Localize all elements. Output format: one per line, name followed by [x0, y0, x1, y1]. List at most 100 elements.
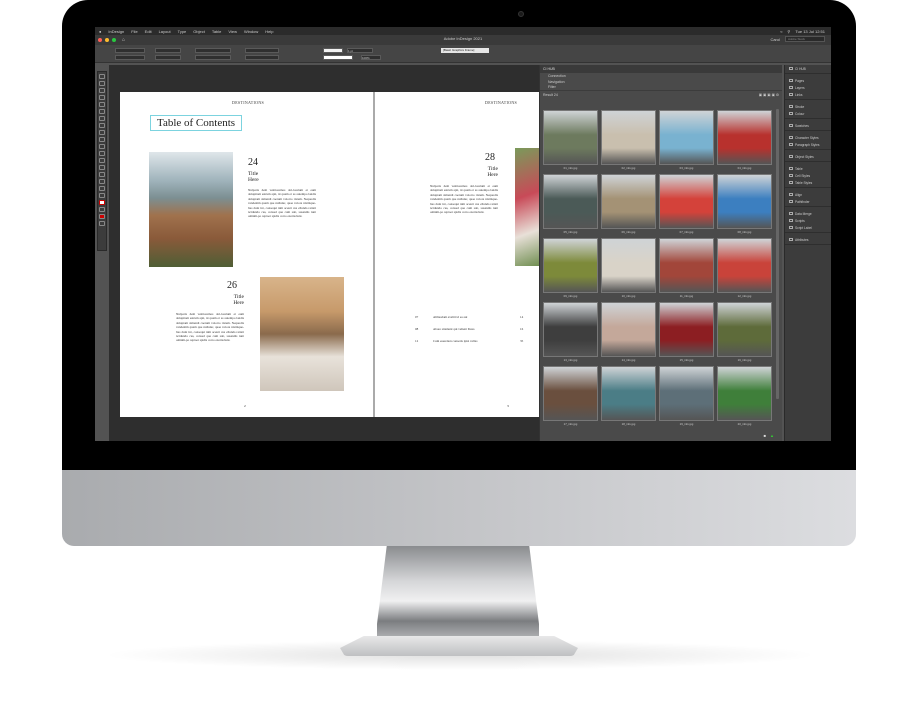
- asset-tile[interactable]: 05_info.jpg: [543, 174, 598, 236]
- direct-selection-tool-icon[interactable]: [99, 81, 105, 86]
- car-thumbnail[interactable]: [543, 302, 598, 357]
- scale-y-field[interactable]: [195, 55, 231, 60]
- width-field[interactable]: [155, 48, 181, 53]
- apply-none-icon[interactable]: [99, 214, 105, 219]
- car-thumbnail[interactable]: [717, 110, 772, 165]
- dock-item-swatches[interactable]: Swatches: [785, 122, 831, 129]
- asset-tile[interactable]: 07_info.jpg: [659, 174, 714, 236]
- opacity-field[interactable]: 100%: [361, 55, 381, 60]
- asset-tile[interactable]: 18_info.jpg: [601, 366, 656, 428]
- asset-tile[interactable]: 11_info.jpg: [659, 238, 714, 300]
- menu-item[interactable]: Table: [212, 29, 222, 34]
- dock-item-script-label[interactable]: Script Label: [785, 224, 831, 231]
- dock-item-pages[interactable]: Pages: [785, 77, 831, 84]
- page-tool-icon[interactable]: [99, 88, 105, 93]
- car-thumbnail[interactable]: [659, 110, 714, 165]
- scissors-tool-icon[interactable]: [99, 151, 105, 156]
- search-icon[interactable]: ⚲: [787, 29, 790, 34]
- asset-tile[interactable]: 09_info.jpg: [543, 238, 598, 300]
- asset-scrollbar[interactable]: [776, 109, 779, 399]
- x-field[interactable]: [115, 48, 145, 53]
- dock-item-table-styles[interactable]: Table Styles: [785, 179, 831, 186]
- type-tool-icon[interactable]: [99, 109, 105, 114]
- rectangle-tool-icon[interactable]: [99, 144, 105, 149]
- car-thumbnail[interactable]: [543, 174, 598, 229]
- dock-item-cell-styles[interactable]: Cell Styles: [785, 172, 831, 179]
- dock-item-layers[interactable]: Layers: [785, 84, 831, 91]
- dock-item-pathfinder[interactable]: Pathfinder: [785, 198, 831, 205]
- swap-icon[interactable]: [99, 207, 105, 212]
- object-style-dropdown[interactable]: [Basic Graphics Frame]: [441, 48, 489, 53]
- car-thumbnail[interactable]: [717, 174, 772, 229]
- asset-tile[interactable]: 14_info.jpg: [601, 302, 656, 364]
- car-thumbnail[interactable]: [717, 302, 772, 357]
- asset-tile[interactable]: 04_info.jpg: [717, 110, 772, 172]
- pencil-tool-icon[interactable]: [99, 130, 105, 135]
- asset-tile[interactable]: 20_info.jpg: [717, 366, 772, 428]
- dock-item-data-merge[interactable]: Data Merge: [785, 210, 831, 217]
- asset-tile[interactable]: 10_info.jpg: [601, 238, 656, 300]
- car-thumbnail[interactable]: [659, 302, 714, 357]
- save-icon[interactable]: ■: [764, 433, 766, 438]
- asset-tile[interactable]: 16_info.jpg: [717, 302, 772, 364]
- content-collector-icon[interactable]: [99, 102, 105, 107]
- stroke-weight[interactable]: 1 pt: [347, 48, 373, 53]
- menu-item[interactable]: Window: [244, 29, 258, 34]
- user-menu[interactable]: Carol: [770, 37, 780, 42]
- apple-icon[interactable]: ●: [99, 29, 101, 34]
- car-thumbnail[interactable]: [543, 366, 598, 421]
- dock-item-stroke[interactable]: Stroke: [785, 103, 831, 110]
- car-thumbnail[interactable]: [717, 366, 772, 421]
- stroke-style[interactable]: [323, 55, 353, 60]
- scale-x-field[interactable]: [195, 48, 231, 53]
- car-thumbnail[interactable]: [601, 302, 656, 357]
- car-thumbnail[interactable]: [659, 366, 714, 421]
- dock-item-attributes[interactable]: Attributes: [785, 236, 831, 243]
- dock-item-ci-hub[interactable]: CI HUB: [785, 65, 831, 72]
- height-field[interactable]: [155, 55, 181, 60]
- selection-tool-icon[interactable]: [99, 74, 105, 79]
- coastline-photo[interactable]: [149, 152, 233, 267]
- car-thumbnail[interactable]: [717, 238, 772, 293]
- asset-tile[interactable]: 03_info.jpg: [659, 110, 714, 172]
- upload-icon[interactable]: ▲: [770, 433, 774, 438]
- note-tool-icon[interactable]: [99, 172, 105, 177]
- asset-tile[interactable]: 13_info.jpg: [543, 302, 598, 364]
- woman-photo[interactable]: [260, 277, 344, 391]
- asset-tile[interactable]: 01_info.jpg: [543, 110, 598, 172]
- asset-tile[interactable]: 02_info.jpg: [601, 110, 656, 172]
- menu-item[interactable]: View: [228, 29, 237, 34]
- car-thumbnail[interactable]: [601, 174, 656, 229]
- menu-item[interactable]: File: [131, 29, 137, 34]
- asset-tile[interactable]: 12_info.jpg: [717, 238, 772, 300]
- screen-mode-icon[interactable]: [99, 221, 105, 226]
- toc-title[interactable]: Table of Contents: [150, 115, 243, 131]
- hand-tool-icon[interactable]: [99, 186, 105, 191]
- pen-tool-icon[interactable]: [99, 123, 105, 128]
- asset-tile[interactable]: 15_info.jpg: [659, 302, 714, 364]
- menu-item[interactable]: Layout: [159, 29, 171, 34]
- car-thumbnail[interactable]: [543, 238, 598, 293]
- car-thumbnail[interactable]: [601, 110, 656, 165]
- dock-item-align[interactable]: Align: [785, 191, 831, 198]
- gradient-tool-icon[interactable]: [99, 165, 105, 170]
- dock-item-links[interactable]: Links: [785, 91, 831, 98]
- menu-item[interactable]: InDesign: [108, 29, 124, 34]
- dock-item-paragraph-styles[interactable]: Paragraph Styles: [785, 141, 831, 148]
- line-tool-icon[interactable]: [99, 116, 105, 121]
- rotate-field[interactable]: [245, 48, 279, 53]
- fill-swatch[interactable]: [323, 48, 343, 53]
- shear-field[interactable]: [245, 55, 279, 60]
- car-thumbnail[interactable]: [601, 366, 656, 421]
- free-transform-tool-icon[interactable]: [99, 158, 105, 163]
- asset-tile[interactable]: 08_info.jpg: [717, 174, 772, 236]
- eyedropper-tool-icon[interactable]: [99, 179, 105, 184]
- car-thumbnail[interactable]: [543, 110, 598, 165]
- menu-item[interactable]: Object: [193, 29, 205, 34]
- zoom-tool-icon[interactable]: [99, 193, 105, 198]
- menu-item[interactable]: Type: [178, 29, 187, 34]
- car-thumbnail[interactable]: [659, 238, 714, 293]
- asset-tile[interactable]: 17_info.jpg: [543, 366, 598, 428]
- dock-item-colour[interactable]: Colour: [785, 110, 831, 117]
- dock-item-character-styles[interactable]: Character Styles: [785, 134, 831, 141]
